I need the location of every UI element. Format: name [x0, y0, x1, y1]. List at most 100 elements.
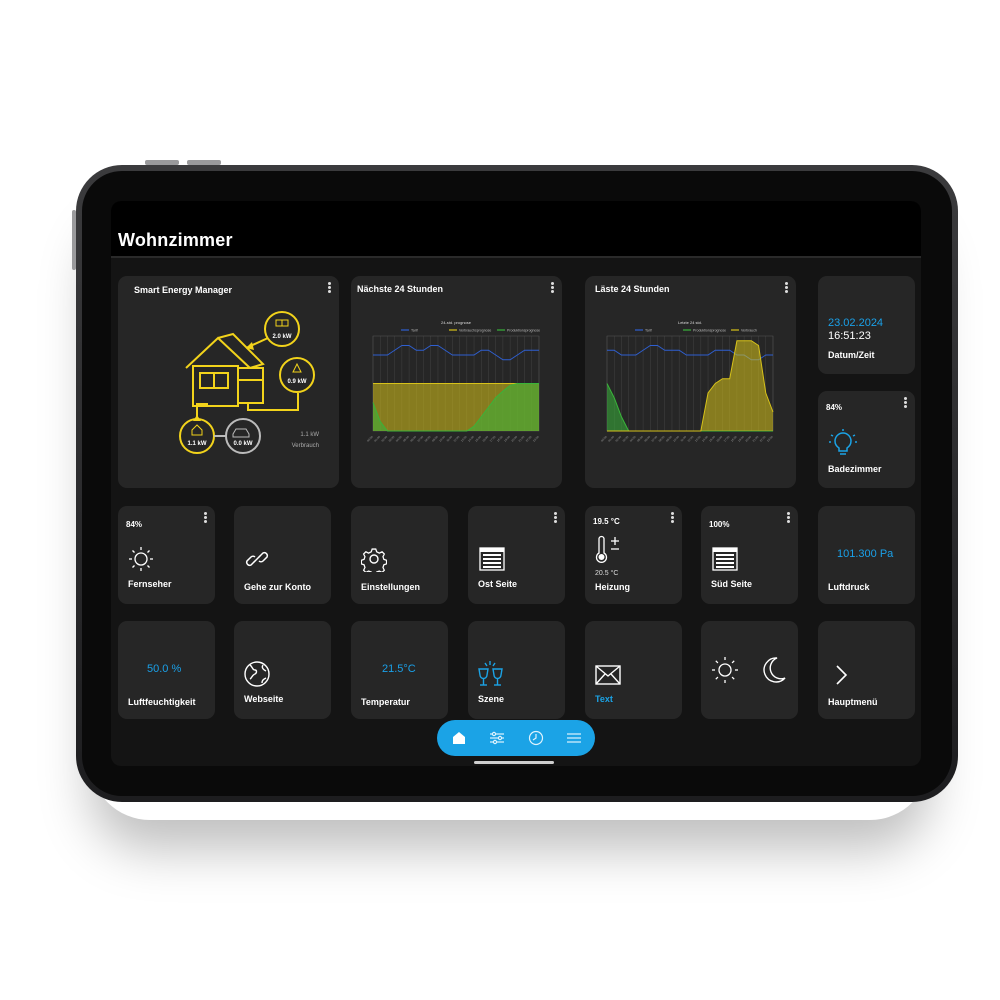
- sued-seite-tile[interactable]: 100% Süd Seite: [701, 506, 798, 604]
- home-indicator: [474, 761, 554, 764]
- x-tick-label: 14:00: [467, 435, 475, 443]
- x-tick-label: 02:00: [614, 435, 622, 443]
- temperatur-value: 21.5°C: [382, 663, 416, 675]
- hauptmenu-tile[interactable]: Hauptmenü: [818, 621, 915, 719]
- day-night-tile[interactable]: [701, 621, 798, 719]
- heizung-tile[interactable]: 19.5 °C 20.5 °C Heizung: [585, 506, 682, 604]
- ost-label: Ost Seite: [478, 579, 518, 589]
- badezimmer-tile[interactable]: 84% Badezimmer: [818, 391, 915, 488]
- series-area: [607, 340, 773, 431]
- clock-icon[interactable]: [526, 728, 546, 748]
- x-tick-label: 00:00: [366, 435, 374, 443]
- more-icon[interactable]: [671, 512, 674, 523]
- sued-pct: 100%: [709, 520, 730, 529]
- x-tick-label: 06:00: [643, 435, 651, 443]
- legend-label: Tarif: [411, 329, 418, 333]
- series-line: [373, 345, 539, 361]
- sun-icon: [129, 547, 153, 571]
- fernseher-tile[interactable]: 84% Fernseher: [118, 506, 215, 604]
- next24-chart: 24-std. prognose Tarif Verbrauchsprognose P…: [366, 320, 540, 443]
- x-tick-label: 08:00: [424, 435, 432, 443]
- temperatur-tile[interactable]: 21.5°C Temperatur: [351, 621, 448, 719]
- legend-label: Verbrauchsprognose: [459, 329, 491, 333]
- bottom-nav: [437, 720, 595, 756]
- x-tick-label: 20:00: [510, 435, 518, 443]
- luftfeuchtigkeit-tile[interactable]: 50.0 % Luftfeuchtigkeit: [118, 621, 215, 719]
- datetime-tile[interactable]: 23.02.2024 16:51:23 Datum/Zeit: [818, 276, 915, 374]
- x-tick-label: 21:00: [517, 435, 525, 443]
- einstellungen-label: Einstellungen: [361, 582, 421, 592]
- last-24h-tile[interactable]: Läste 24 Stunden Letzte 24 std. Tarif Prod…: [585, 276, 796, 488]
- last24-chart: Letzte 24 std. Tarif Produktionsprognose Ve…: [600, 320, 774, 443]
- x-tick-label: 07:00: [650, 435, 658, 443]
- text-tile[interactable]: Text: [585, 621, 682, 719]
- x-tick-label: 17:00: [489, 435, 497, 443]
- x-tick-label: 19:00: [737, 435, 745, 443]
- x-tick-label: 06:00: [409, 435, 417, 443]
- x-tick-label: 01:00: [607, 435, 615, 443]
- einstellungen-tile[interactable]: Einstellungen: [351, 506, 448, 604]
- x-tick-label: 08:00: [658, 435, 666, 443]
- home-icon[interactable]: [449, 728, 469, 748]
- x-tick-label: 11:00: [679, 435, 687, 443]
- legend-label: Produktionsprognose: [507, 329, 540, 333]
- x-tick-label: 22:00: [525, 435, 533, 443]
- x-tick-label: 20:00: [744, 435, 752, 443]
- szene-tile[interactable]: Szene: [468, 621, 565, 719]
- x-tick-label: 00:00: [600, 435, 608, 443]
- text-label: Text: [595, 694, 613, 704]
- date-value: 23.02.2024: [828, 317, 884, 329]
- page-title: Wohnzimmer: [118, 230, 233, 250]
- ost-seite-tile[interactable]: Ost Seite: [468, 506, 565, 604]
- x-tick-label: 03:00: [622, 435, 630, 443]
- menu-icon[interactable]: [564, 728, 584, 748]
- more-icon[interactable]: [204, 512, 207, 523]
- x-tick-label: 05:00: [402, 435, 410, 443]
- chevron-right-icon: [836, 665, 848, 685]
- webseite-tile[interactable]: Webseite: [234, 621, 331, 719]
- x-tick-label: 10:00: [672, 435, 680, 443]
- datetime-label: Datum/Zeit: [828, 350, 875, 360]
- x-tick-label: 04:00: [629, 435, 637, 443]
- x-tick-label: 15:00: [708, 435, 716, 443]
- konto-tile[interactable]: Gehe zur Konto: [234, 506, 331, 604]
- webseite-label: Webseite: [244, 694, 284, 704]
- sun-icon[interactable]: [710, 655, 740, 685]
- x-tick-label: 23:00: [532, 435, 540, 443]
- x-tick-label: 16:00: [481, 435, 489, 443]
- globe-icon: [244, 661, 270, 687]
- more-icon[interactable]: [904, 397, 907, 408]
- luftdruck-label: Luftdruck: [828, 582, 870, 592]
- car-value: 0.0 kW: [233, 441, 252, 447]
- legend-label: Tarif: [645, 329, 652, 333]
- moon-icon[interactable]: [759, 655, 789, 685]
- x-tick-label: 13:00: [460, 435, 468, 443]
- time-value: 16:51:23: [828, 330, 871, 342]
- sliders-icon[interactable]: [487, 728, 507, 748]
- legend-label: Produktionsprognose: [693, 329, 726, 333]
- energy-manager-tile[interactable]: Smart Energy Manager 2.0 kW 0.9 kW 1.1 k…: [118, 276, 339, 488]
- heizung-label: Heizung: [595, 582, 630, 592]
- heizung-target: 20.5 °C: [595, 570, 619, 577]
- more-icon[interactable]: [554, 512, 557, 523]
- x-tick-label: 04:00: [395, 435, 403, 443]
- x-tick-label: 17:00: [723, 435, 731, 443]
- x-tick-label: 01:00: [373, 435, 381, 443]
- luftfeuchtigkeit-value: 50.0 %: [147, 663, 182, 675]
- hauptmenu-label: Hauptmenü: [828, 697, 878, 707]
- x-tick-label: 12:00: [453, 435, 461, 443]
- more-icon[interactable]: [787, 512, 790, 523]
- x-tick-label: 15:00: [474, 435, 482, 443]
- luftdruck-tile[interactable]: 101.300 Pa Luftdruck: [818, 506, 915, 604]
- x-tick-label: 13:00: [694, 435, 702, 443]
- next-24h-tile[interactable]: Nächste 24 Stunden 24-std. prognose Tarif…: [351, 276, 562, 488]
- blinds-icon: [712, 547, 738, 571]
- x-tick-label: 10:00: [438, 435, 446, 443]
- temperatur-label: Temperatur: [361, 697, 410, 707]
- x-tick-label: 19:00: [503, 435, 511, 443]
- fernseher-pct: 84%: [126, 520, 143, 529]
- x-tick-label: 21:00: [751, 435, 759, 443]
- sued-label: Süd Seite: [711, 579, 753, 589]
- blinds-icon: [479, 547, 505, 571]
- bad-pct: 84%: [826, 403, 843, 412]
